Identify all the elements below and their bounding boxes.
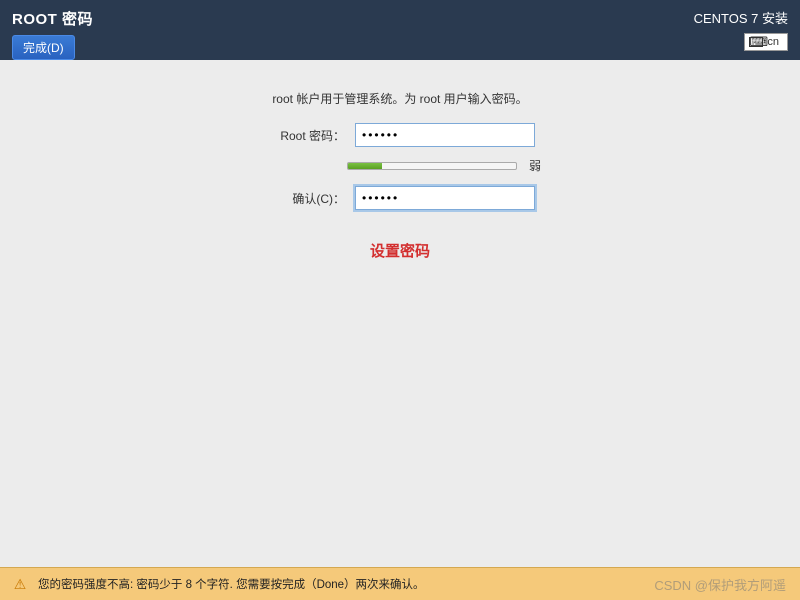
- set-password-annotation: 设置密码: [0, 240, 800, 261]
- header-right: CENTOS 7 安装 cn: [694, 8, 788, 52]
- description-text: root 帐户用于管理系统。为 root 用户输入密码。: [0, 90, 800, 107]
- keyboard-layout-indicator[interactable]: cn: [744, 33, 788, 51]
- warning-icon: ⚠: [12, 576, 28, 592]
- header-bar: ROOT 密码 完成(D) CENTOS 7 安装 cn: [0, 0, 800, 60]
- confirm-password-input[interactable]: [355, 186, 535, 210]
- strength-label: 弱: [527, 157, 543, 174]
- password-label: Root 密码：: [265, 127, 345, 144]
- confirm-label: 确认(C)：: [265, 190, 345, 207]
- installer-title: CENTOS 7 安装: [694, 8, 788, 27]
- password-row: Root 密码：: [0, 123, 800, 147]
- confirm-row: 确认(C)：: [0, 186, 800, 210]
- warning-bar: ⚠ 您的密码强度不高: 密码少于 8 个字符. 您需要按完成（Done）两次来确…: [0, 567, 800, 600]
- warning-message: 您的密码强度不高: 密码少于 8 个字符. 您需要按完成（Done）两次来确认。: [38, 576, 425, 592]
- keyboard-icon: [749, 37, 763, 47]
- password-strength-meter: [347, 162, 517, 170]
- strength-fill: [348, 163, 382, 169]
- content-area: root 帐户用于管理系统。为 root 用户输入密码。 Root 密码： 弱 …: [0, 60, 800, 261]
- strength-row: 弱: [0, 157, 800, 174]
- root-password-input[interactable]: [355, 123, 535, 147]
- page-title: ROOT 密码: [12, 8, 788, 29]
- keyboard-layout-label: cn: [767, 36, 779, 48]
- done-button[interactable]: 完成(D): [12, 35, 75, 60]
